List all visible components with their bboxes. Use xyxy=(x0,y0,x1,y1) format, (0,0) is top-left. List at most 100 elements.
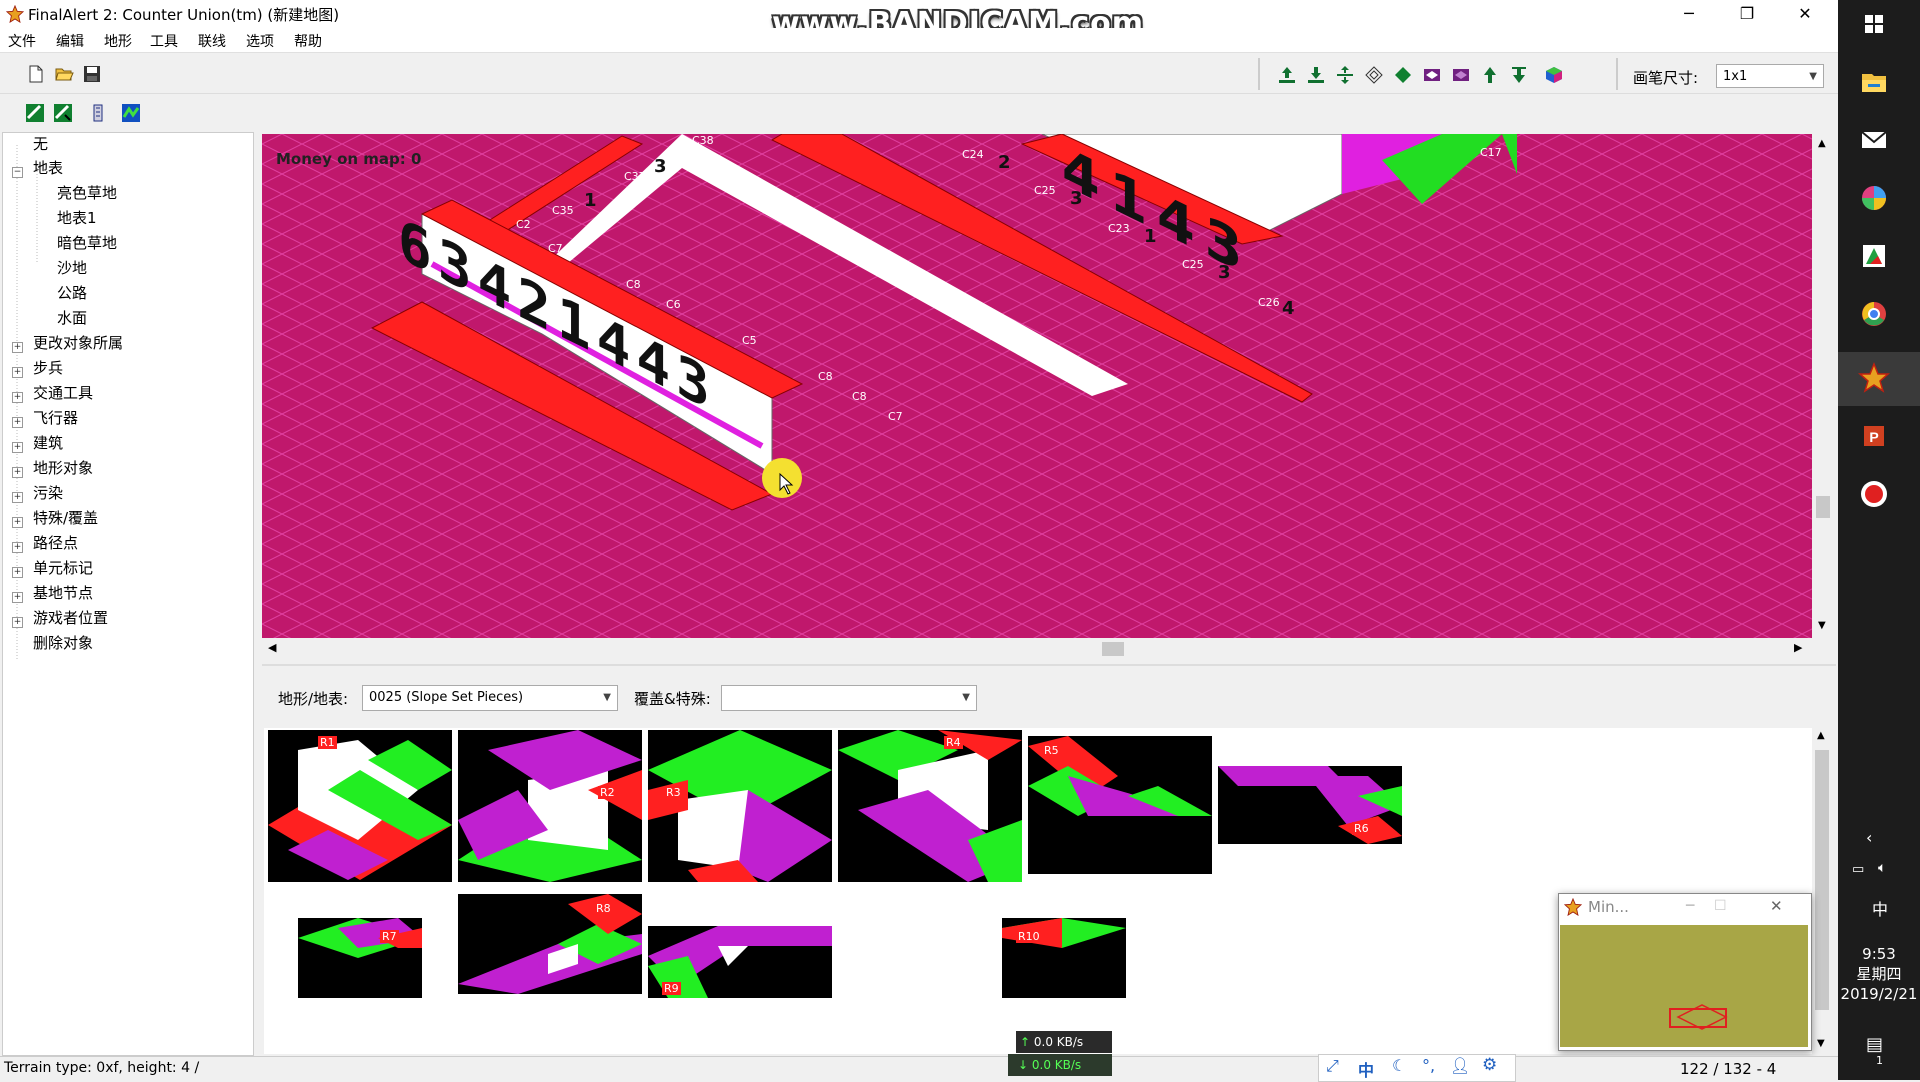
tree-item-road[interactable]: 公路 xyxy=(57,282,87,304)
map-vertical-scrollbar[interactable]: ▲ ▼ xyxy=(1812,134,1834,638)
tile-r5[interactable]: R5 xyxy=(1028,736,1212,874)
windows-start-icon[interactable] xyxy=(1854,4,1894,44)
tree-item-waypoints[interactable]: 路径点 xyxy=(33,532,78,554)
terrain-edit-icon[interactable] xyxy=(25,103,45,123)
tile-r3[interactable]: R3 xyxy=(648,730,832,882)
powerpoint-icon[interactable]: P xyxy=(1854,416,1894,456)
menu-options[interactable]: 选项 xyxy=(246,31,274,51)
tree-expand-icon[interactable]: + xyxy=(12,542,23,553)
tile-r10[interactable]: R10 xyxy=(1002,918,1126,998)
tile-palette-scrollbar[interactable]: ▲ ▼ xyxy=(1812,728,1832,1054)
terrain-edit-2-icon[interactable] xyxy=(53,103,73,123)
tree-item-terrain-objects[interactable]: 地形对象 xyxy=(33,457,93,479)
gear-icon[interactable]: ⚙ xyxy=(1482,1055,1497,1075)
scroll-thumb[interactable] xyxy=(1816,496,1830,518)
tree-expand-icon[interactable]: + xyxy=(12,367,23,378)
open-folder-icon[interactable] xyxy=(54,64,74,84)
tree-item-light-grass[interactable]: 亮色草地 xyxy=(57,182,117,204)
taskbar-ime-indicator[interactable]: 中 xyxy=(1872,896,1888,920)
close-button[interactable]: ✕ xyxy=(1776,0,1834,28)
tree-expand-icon[interactable]: + xyxy=(12,617,23,628)
tile-r6[interactable]: R6 xyxy=(1218,766,1402,844)
tile-r9[interactable]: R9 xyxy=(648,926,832,998)
expand-icon[interactable]: ⤢ xyxy=(1326,1056,1339,1076)
tree-item-base-nodes[interactable]: 基地节点 xyxy=(33,582,93,604)
new-file-icon[interactable] xyxy=(26,64,46,84)
menu-edit[interactable]: 编辑 xyxy=(56,31,84,51)
tree-item-aircraft[interactable]: 飞行器 xyxy=(33,407,78,429)
tree-item-change-owner[interactable]: 更改对象所属 xyxy=(33,332,123,354)
chrome-icon[interactable] xyxy=(1854,294,1894,334)
green-app-icon[interactable] xyxy=(1854,236,1894,276)
scroll-up-icon[interactable]: ▲ xyxy=(1818,138,1826,149)
scroll-left-icon[interactable]: ◀ xyxy=(268,641,276,654)
tile-r7[interactable]: R7 xyxy=(298,918,422,998)
tile-r2[interactable]: R2 xyxy=(458,730,642,882)
tree-expand-icon[interactable]: + xyxy=(12,517,23,528)
tree-item-dark-grass[interactable]: 暗色草地 xyxy=(57,232,117,254)
menu-help[interactable]: 帮助 xyxy=(294,31,322,51)
green-tile-icon[interactable] xyxy=(1393,65,1413,85)
chevron-left-icon[interactable]: ‹ xyxy=(1866,828,1872,847)
minimap-maximize-button[interactable]: ☐ xyxy=(1714,898,1727,914)
tree-expand-icon[interactable]: + xyxy=(12,442,23,453)
map-horizontal-scrollbar[interactable]: ◀ ▶ xyxy=(262,638,1812,660)
minimap-close-button[interactable]: ✕ xyxy=(1770,897,1783,915)
tree-expand-icon[interactable]: + xyxy=(12,467,23,478)
maximize-button[interactable]: ❐ xyxy=(1718,0,1776,28)
lower-ground-icon[interactable] xyxy=(1306,65,1326,85)
minimap-minimize-button[interactable]: ─ xyxy=(1686,898,1694,914)
tree-expand-icon[interactable]: + xyxy=(12,592,23,603)
raise-ground-icon[interactable] xyxy=(1277,65,1297,85)
purple-tile-icon[interactable] xyxy=(1422,65,1442,85)
menu-terrain[interactable]: 地形 xyxy=(104,31,132,51)
scroll-down-icon[interactable]: ▼ xyxy=(1818,620,1826,631)
battery-icon[interactable]: ▭ xyxy=(1852,862,1864,877)
mail-icon[interactable] xyxy=(1854,120,1894,160)
menu-online[interactable]: 联线 xyxy=(198,31,226,51)
tree-item-cell-tags[interactable]: 单元标记 xyxy=(33,557,93,579)
volume-icon[interactable]: 🔈︎ xyxy=(1878,860,1886,876)
scroll-thumb[interactable] xyxy=(1815,750,1829,1010)
lower-tile-icon[interactable] xyxy=(1509,65,1529,85)
scroll-up-icon[interactable]: ▲ xyxy=(1817,730,1825,741)
terrain-set-select[interactable]: 0025 (Slope Set Pieces) ▼ xyxy=(362,685,618,711)
tree-expand-icon[interactable]: + xyxy=(12,567,23,578)
scroll-down-icon[interactable]: ▼ xyxy=(1817,1038,1825,1049)
map-view-icon[interactable] xyxy=(121,103,141,123)
tree-item-pollution[interactable]: 污染 xyxy=(33,482,63,504)
save-disk-icon[interactable] xyxy=(82,64,102,84)
tree-item-vehicles[interactable]: 交通工具 xyxy=(33,382,93,404)
tree-expand-icon[interactable]: + xyxy=(12,392,23,403)
taskbar-clock[interactable]: 9:53 星期四 2019/2/21 xyxy=(1838,944,1920,1004)
color-app-icon[interactable] xyxy=(1854,178,1894,218)
scroll-thumb[interactable] xyxy=(1102,642,1124,656)
user-icon[interactable]: 👤︎ xyxy=(1450,1056,1470,1075)
minimize-button[interactable]: ─ xyxy=(1660,0,1718,28)
tile-r4[interactable]: R4 xyxy=(838,730,1022,882)
tree-item-none[interactable]: 无 xyxy=(33,133,48,155)
tile-r1[interactable]: R1 xyxy=(268,730,452,882)
raise-tile-icon[interactable] xyxy=(1480,65,1500,85)
purple-tile-2-icon[interactable] xyxy=(1451,65,1471,85)
object-tree[interactable]: 无 − 地表 亮色草地 地表1 暗色草地 沙地 公路 水面 + 更改对象所属 +… xyxy=(2,132,254,1056)
tree-item-buildings[interactable]: 建筑 xyxy=(33,432,63,454)
tree-collapse-icon[interactable]: − xyxy=(12,167,23,178)
tree-item-player-positions[interactable]: 游戏者位置 xyxy=(33,607,108,629)
scroll-right-icon[interactable]: ▶ xyxy=(1794,641,1802,654)
tree-expand-icon[interactable]: + xyxy=(12,492,23,503)
moon-icon[interactable]: ☾ xyxy=(1392,1056,1406,1075)
record-icon[interactable] xyxy=(1854,474,1894,514)
tile-outline-icon[interactable] xyxy=(1364,65,1384,85)
menu-file[interactable]: 文件 xyxy=(8,31,36,51)
finalalert-app-icon[interactable] xyxy=(1854,358,1894,398)
brush-size-select[interactable]: 1x1 ▼ xyxy=(1716,64,1824,88)
flatten-ground-icon[interactable] xyxy=(1335,65,1355,85)
minimap-view[interactable] xyxy=(1560,925,1808,1047)
tree-expand-icon[interactable]: + xyxy=(12,417,23,428)
overlay-select[interactable]: ▼ xyxy=(721,685,977,711)
map-canvas[interactable]: 63421443 4143 C2 C7 C35 C37 C38 C8 C6 C5… xyxy=(262,134,1812,638)
tile-r8[interactable]: R8 xyxy=(458,894,642,994)
ime-chinese-mode[interactable]: 中 xyxy=(1358,1057,1374,1081)
notification-icon[interactable]: ▤ xyxy=(1866,1034,1883,1055)
